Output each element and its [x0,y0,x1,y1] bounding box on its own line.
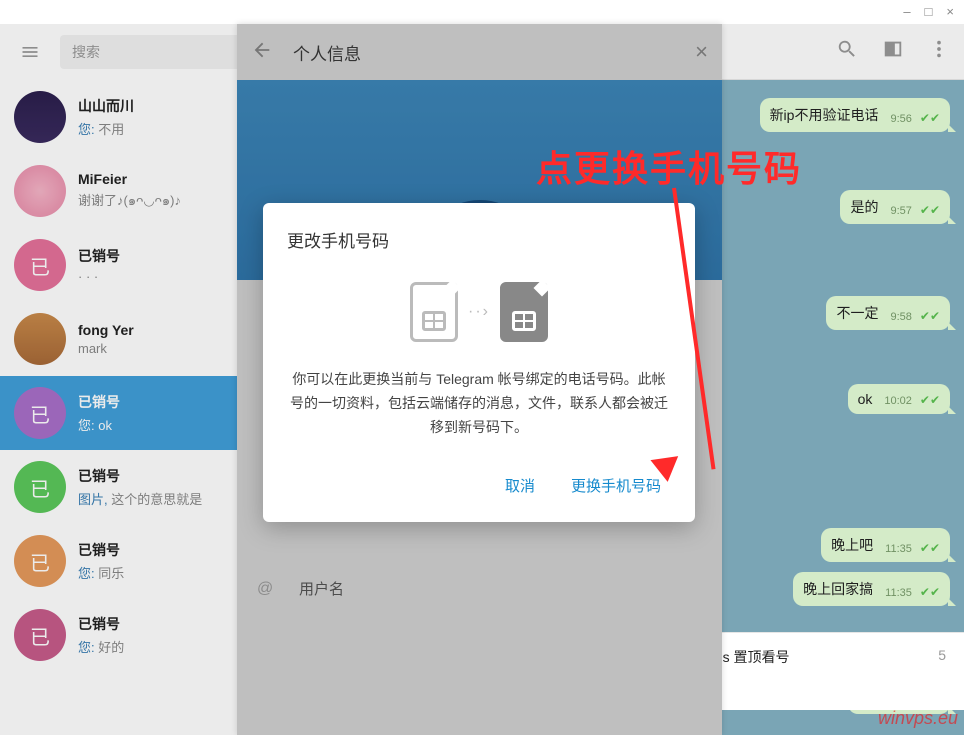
read-ticks-icon: ✔✔ [920,203,940,217]
message-bubble[interactable]: 晚上回家搞11:35✔✔ [793,572,950,606]
more-icon[interactable] [928,38,950,65]
read-ticks-icon: ✔✔ [920,585,940,599]
message-bubble[interactable]: ok10:02✔✔ [848,384,950,414]
window-maximize-icon[interactable]: □ [925,4,933,19]
avatar [14,91,66,143]
window-minimize-icon[interactable]: – [903,4,910,19]
avatar [14,313,66,365]
dialog-body: 你可以在此更换当前与 Telegram 帐号绑定的电话号码。此帐号的一切资料，包… [287,368,671,439]
window-titlebar: – □ × [0,0,964,24]
sim-illustration: ··› [287,282,671,342]
side-panel-icon[interactable] [882,38,904,65]
message-bubble[interactable]: 不一定9:58✔✔ [826,296,950,330]
read-ticks-icon: ✔✔ [920,541,940,555]
avatar: 已 [14,239,66,291]
avatar: 已 [14,387,66,439]
menu-icon[interactable] [8,42,52,62]
avatar: 已 [14,535,66,587]
avatar [14,165,66,217]
read-ticks-icon: ✔✔ [920,393,940,407]
annotation-arrow-head [650,456,681,484]
avatar: 已 [14,609,66,661]
group-promo-count: 5 [938,647,946,696]
confirm-button[interactable]: 更换手机号码 [567,469,665,502]
change-phone-dialog: 更改手机号码 ··› 你可以在此更换当前与 Telegram 帐号绑定的电话号码… [263,203,695,522]
watermark: winvps.eu [878,708,958,729]
arrow-icon: ··› [468,303,490,321]
avatar: 已 [14,461,66,513]
dialog-title: 更改手机号码 [287,227,671,252]
window-close-icon[interactable]: × [946,4,954,19]
cancel-button[interactable]: 取消 [501,469,539,502]
read-ticks-icon: ✔✔ [920,309,940,323]
message-bubble[interactable]: 是的9:57✔✔ [840,190,950,224]
read-ticks-icon: ✔✔ [920,111,940,125]
message-bubble[interactable]: 晚上吧11:35✔✔ [821,528,950,562]
search-icon[interactable] [836,38,858,65]
message-bubble[interactable]: 新ip不用验证电话9:56✔✔ [760,98,950,132]
annotation-text: 点更换手机号码 [536,140,802,192]
